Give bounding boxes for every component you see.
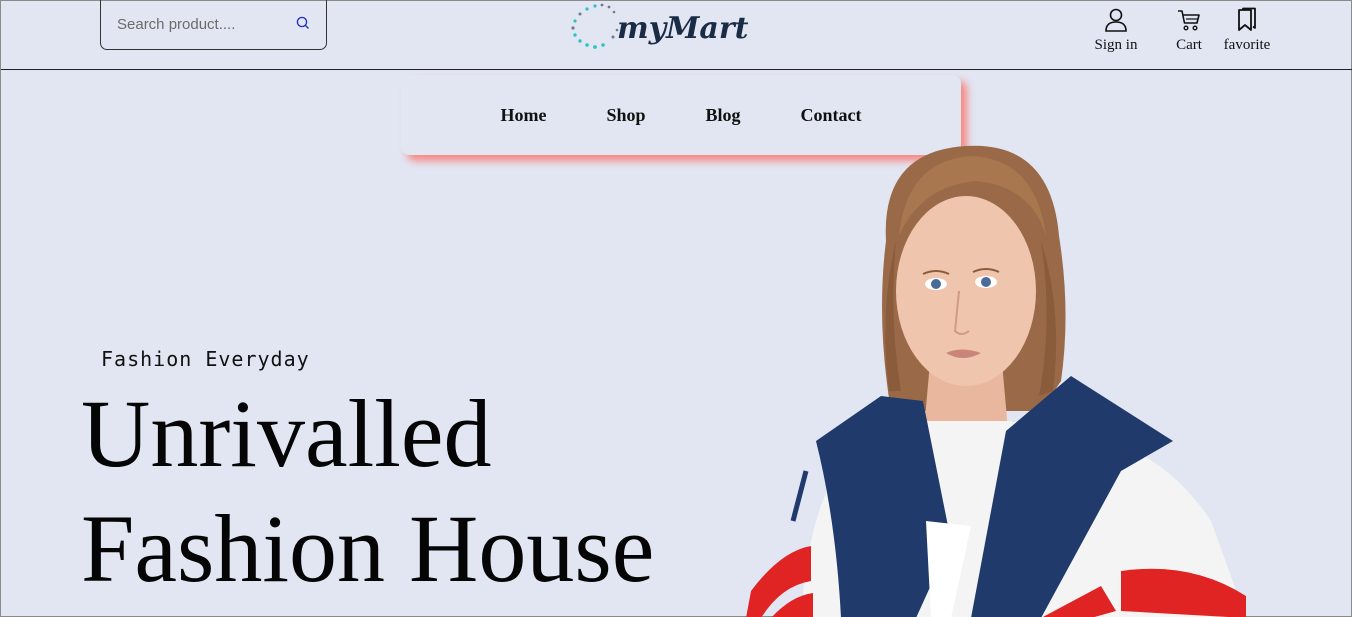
search-icon[interactable] <box>295 15 311 31</box>
search-box[interactable] <box>100 0 327 50</box>
headline-line-1: Unrivalled <box>81 380 492 487</box>
hero-headline: Unrivalled Fashion House <box>81 376 654 606</box>
cart-label: Cart <box>1176 37 1202 53</box>
nav-shop[interactable]: Shop <box>606 105 645 126</box>
brand-name: myMart <box>617 10 749 46</box>
bookmark-icon <box>1238 7 1256 31</box>
sign-in-label: Sign in <box>1094 37 1138 53</box>
cart-icon <box>1178 10 1200 31</box>
site-header: myMart Sign in Cart favorite <box>1 0 1352 70</box>
favorite-label: favorite <box>1223 37 1271 53</box>
nav-contact[interactable]: Contact <box>801 105 862 126</box>
logo-dots-icon <box>571 3 619 49</box>
nav-blog[interactable]: Blog <box>706 105 741 126</box>
hero-eyebrow: Fashion Everyday <box>101 347 310 371</box>
favorite-button[interactable]: favorite <box>1219 7 1275 54</box>
brand-logo[interactable]: myMart <box>569 1 748 51</box>
header-actions: Sign in Cart favorite <box>1091 7 1275 54</box>
nav-home[interactable]: Home <box>500 105 546 126</box>
cart-button[interactable]: Cart <box>1169 7 1209 54</box>
search-input[interactable] <box>117 16 287 33</box>
user-icon <box>1105 8 1127 32</box>
sign-in-button[interactable]: Sign in <box>1091 7 1141 54</box>
headline-line-2: Fashion House <box>81 495 655 602</box>
hero-model-image <box>746 145 1246 617</box>
